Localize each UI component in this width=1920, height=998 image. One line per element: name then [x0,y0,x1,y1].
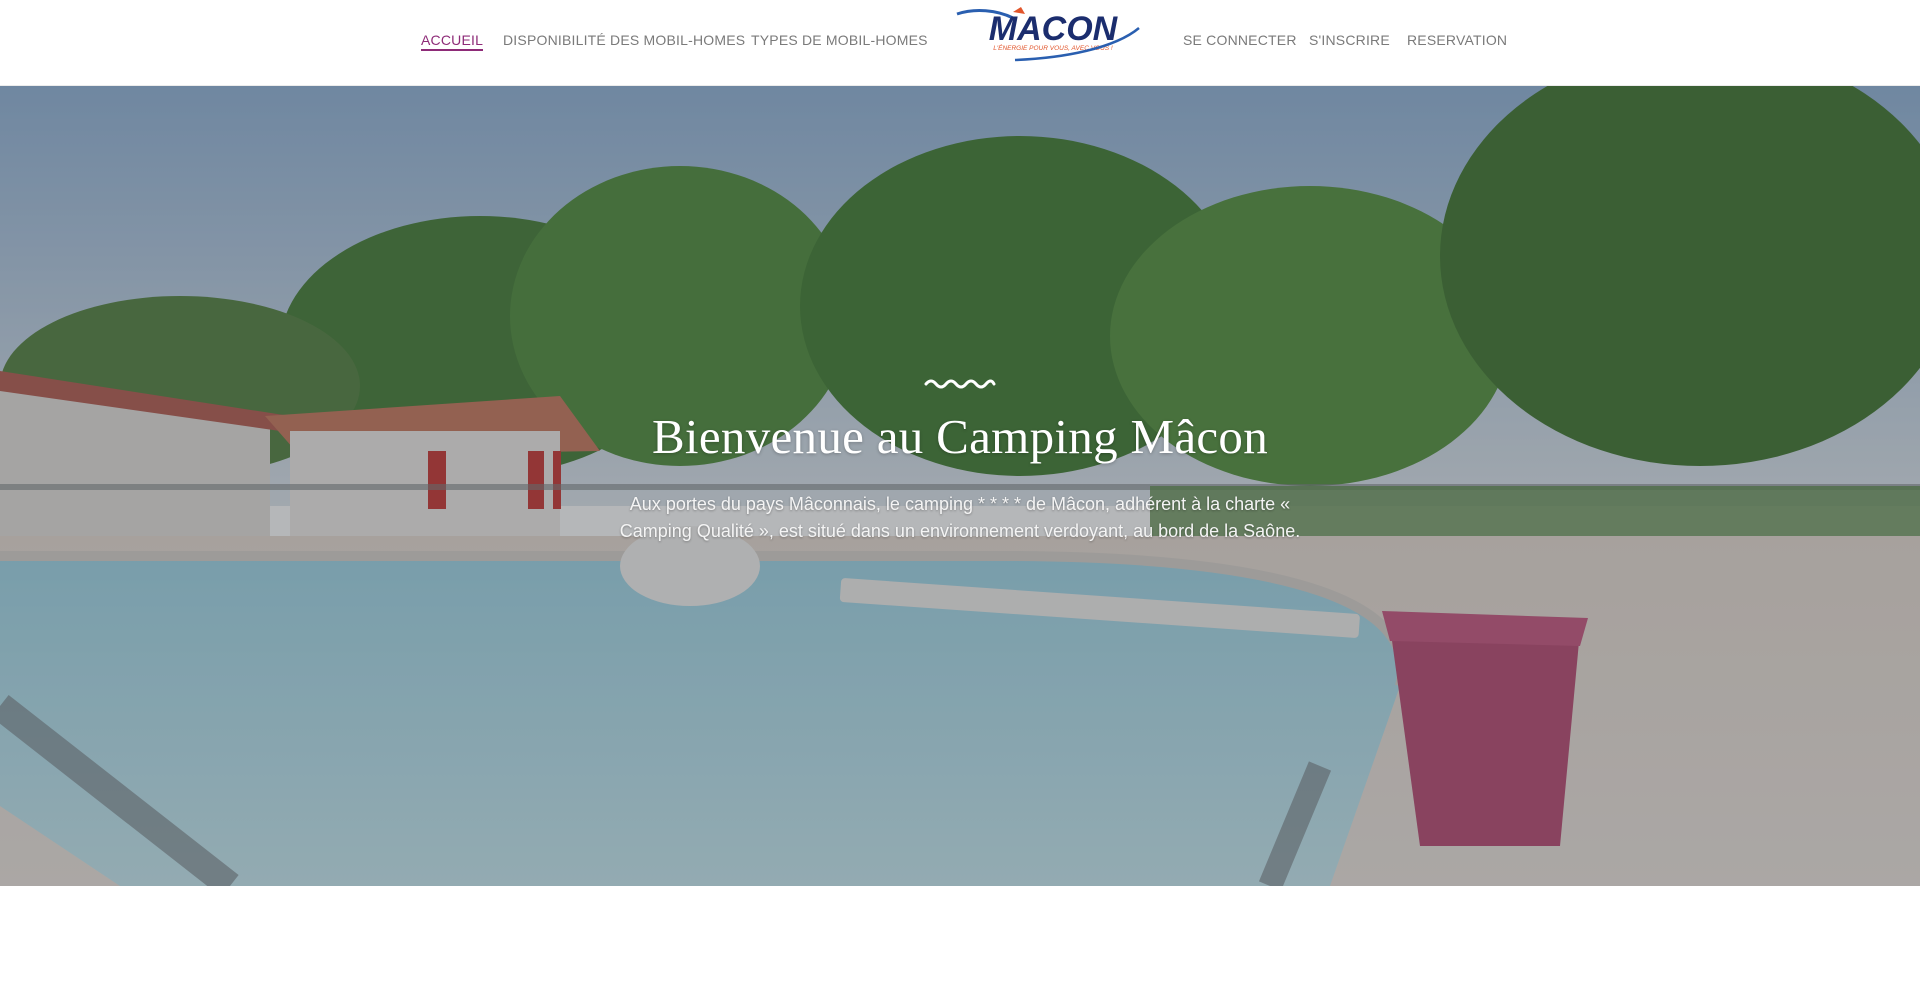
hero-section: Bienvenue au Camping Mâcon Aux portes du… [0,86,1920,886]
nav-disponibilite-mobil-homes[interactable]: DISPONIBILITÉ DES MOBIL-HOMES [503,32,745,48]
nav-reservation[interactable]: RESERVATION [1407,32,1507,48]
site-header: ACCUEIL DISPONIBILITÉ DES MOBIL-HOMES TY… [0,0,1920,86]
wave-squiggle-icon [924,379,996,389]
nav-types-mobil-homes[interactable]: TYPES DE MOBIL-HOMES [751,32,928,48]
hero-title: Bienvenue au Camping Mâcon [651,409,1269,464]
hero-content: Bienvenue au Camping Mâcon Aux portes du… [560,376,1360,545]
nav-accueil[interactable]: ACCUEIL [421,32,484,51]
content-area-start [0,886,1920,998]
nav-s-inscrire[interactable]: S'INSCRIRE [1309,32,1390,48]
logo-wordmark: MACON [989,10,1119,48]
hero-description: Aux portes du pays Mâconnais, le camping… [619,494,1301,541]
macon-logo[interactable]: MACON L'ÉNERGIE POUR VOUS, AVEC VOUS ! [955,6,1145,62]
nav-se-connecter[interactable]: SE CONNECTER [1183,32,1297,48]
